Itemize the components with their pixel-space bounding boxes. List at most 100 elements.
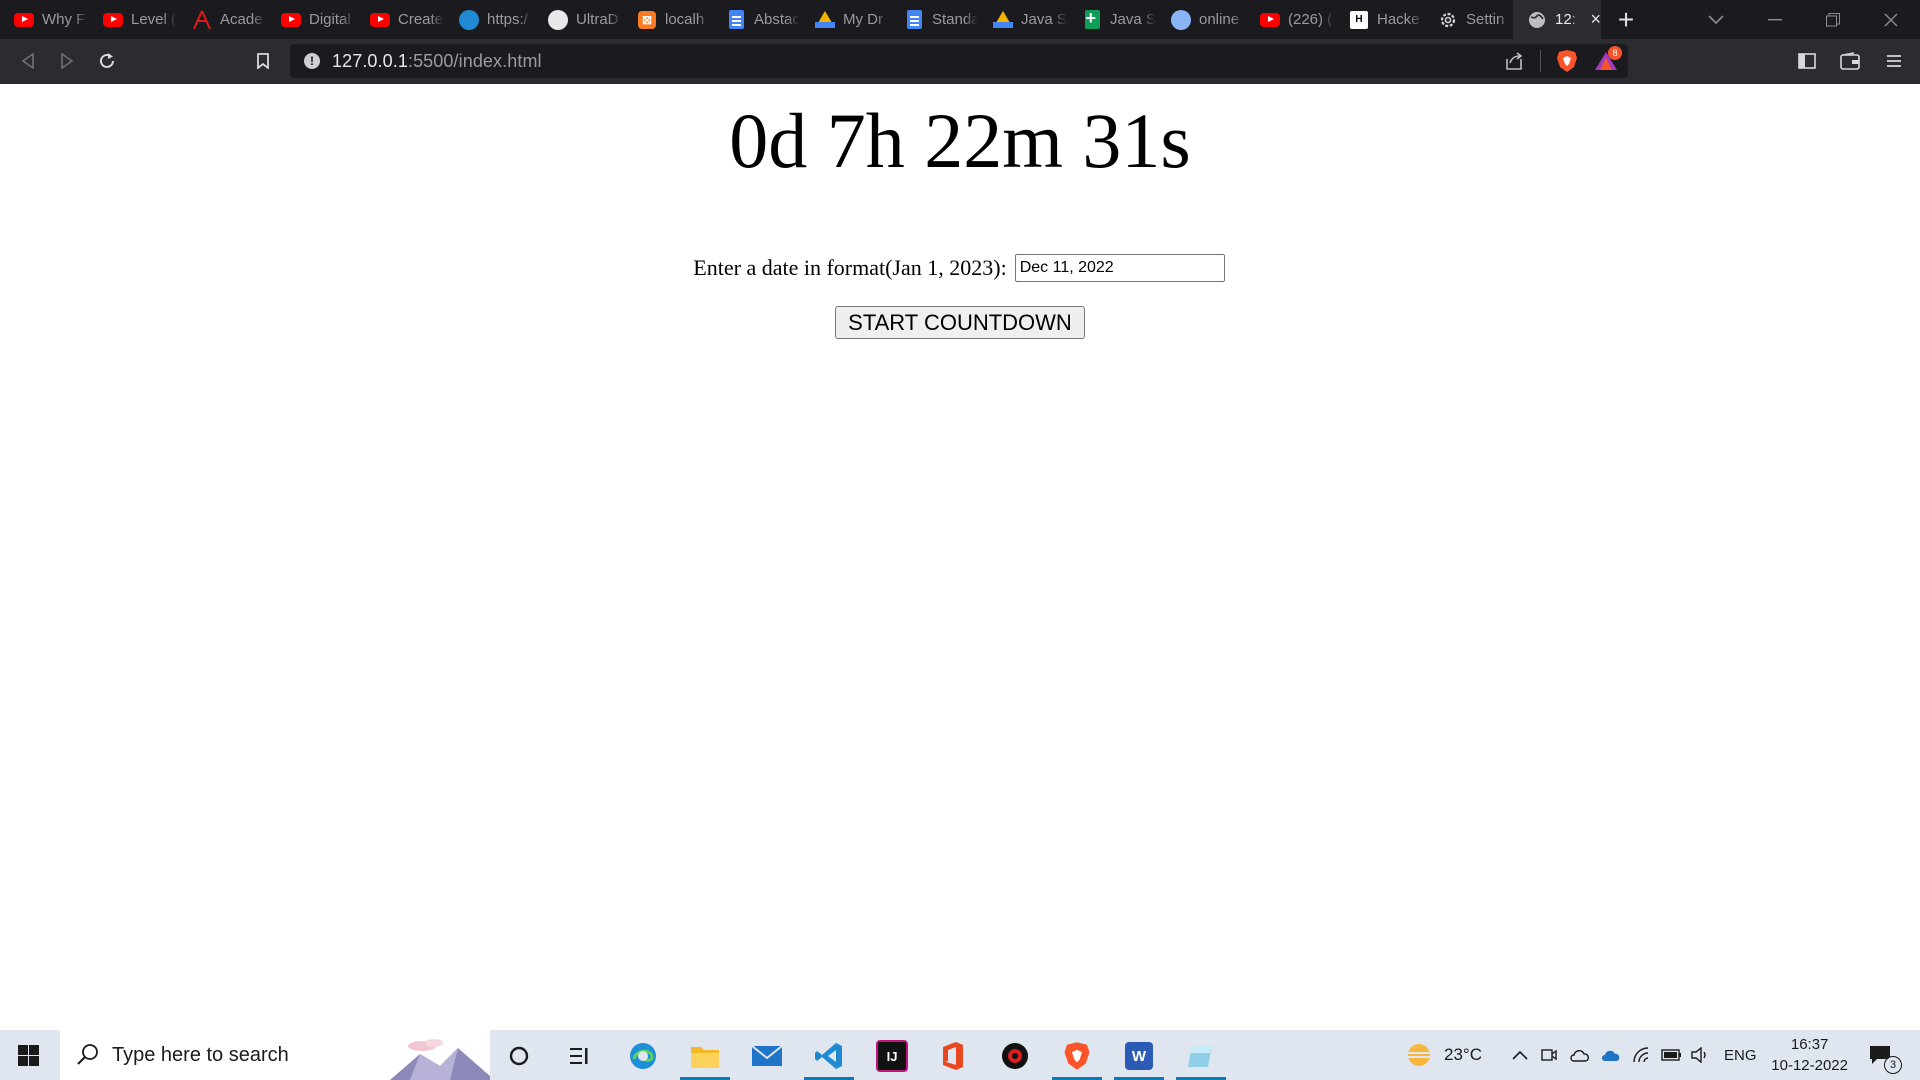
tab-title: My Dr — [843, 11, 883, 28]
bookmark-icon[interactable] — [248, 46, 278, 76]
brave-browser-icon[interactable] — [1052, 1039, 1102, 1080]
start-countdown-button[interactable]: START COUNTDOWN — [835, 306, 1085, 339]
google-sheets-icon — [1082, 8, 1102, 30]
office-icon[interactable] — [936, 1039, 970, 1073]
url-host: 127.0.0.1 — [332, 50, 408, 71]
battery-icon[interactable] — [1661, 1030, 1683, 1080]
brave-shields-icon[interactable] — [1556, 49, 1578, 78]
info-icon — [1171, 9, 1191, 30]
browser-tab[interactable]: Settin — [1424, 0, 1513, 39]
tab-title: Hacke — [1377, 11, 1420, 28]
browser-tab[interactable]: H Hacke — [1335, 0, 1424, 39]
tab-title: https:/ — [487, 11, 528, 28]
gear-icon — [1438, 10, 1458, 30]
taskbar-search-box[interactable]: Type here to search — [60, 1030, 490, 1080]
taskbar-clock[interactable]: 16:37 10-12-2022 — [1771, 1034, 1848, 1076]
onedrive-icon[interactable] — [1600, 1030, 1622, 1080]
new-tab-button[interactable]: + — [1601, 0, 1651, 39]
snipping-tool-icon[interactable] — [1176, 1039, 1226, 1080]
search-placeholder: Type here to search — [112, 1043, 289, 1066]
browser-tab[interactable]: Java S — [1068, 0, 1157, 39]
browser-tab[interactable]: Acade — [178, 0, 267, 39]
google-drive-icon — [993, 10, 1013, 30]
tab-title: Why Fi — [42, 11, 88, 28]
temperature: 23°C — [1444, 1045, 1482, 1064]
browser-tab[interactable]: Java S — [979, 0, 1068, 39]
address-bar[interactable]: ! 127.0.0.1:5500/index.html 8 — [290, 44, 1628, 78]
close-tab-icon[interactable]: × — [1590, 9, 1601, 30]
intellij-icon[interactable]: IJ — [875, 1039, 909, 1073]
url-path: :5500/index.html — [407, 50, 542, 71]
word-icon[interactable]: W — [1114, 1039, 1164, 1080]
browser-tab[interactable]: (226) ( — [1246, 0, 1335, 39]
back-button[interactable] — [13, 46, 43, 76]
youtube-icon — [14, 10, 34, 30]
brave-rewards-icon[interactable]: 8 — [1594, 46, 1622, 77]
date-input[interactable] — [1014, 254, 1225, 282]
tab-search-chevron-icon[interactable] — [1708, 0, 1724, 39]
tab-title: UltraD — [576, 11, 619, 28]
youtube-icon — [370, 10, 390, 30]
search-icon — [77, 1044, 98, 1065]
browser-tab[interactable]: UltraD — [534, 0, 623, 39]
tab-title: Level ( — [131, 11, 177, 28]
tab-title: Abstac — [754, 11, 800, 28]
search-highlight-illustration — [390, 1039, 490, 1080]
close-window-button[interactable] — [1884, 0, 1898, 39]
page-content: 0d 7h 22m 31s Enter a date in format(Jan… — [0, 84, 1920, 1030]
browser-tab[interactable]: https:/ — [445, 0, 534, 39]
active-browser-tab[interactable]: 12: × — [1513, 0, 1601, 39]
wifi-icon[interactable] — [1633, 1030, 1651, 1080]
forward-button[interactable] — [52, 46, 82, 76]
date-label: Enter a date in format(Jan 1, 2023): — [693, 255, 1007, 280]
sidebar-icon[interactable] — [1792, 46, 1822, 76]
task-view-icon[interactable] — [563, 1039, 597, 1073]
show-hidden-icons-icon[interactable] — [1512, 1030, 1528, 1080]
restore-button[interactable] — [1826, 0, 1840, 39]
browser-tab[interactable]: Abstac — [712, 0, 801, 39]
hackerrank-icon: H — [1349, 10, 1369, 30]
tab-title: Settin — [1466, 11, 1505, 28]
browser-tab[interactable]: Why Fi — [0, 0, 89, 39]
minimize-button[interactable] — [1768, 0, 1782, 39]
browser-tab[interactable]: Standa — [890, 0, 979, 39]
browser-tab[interactable]: Level ( — [89, 0, 178, 39]
browser-tab[interactable]: online — [1157, 0, 1246, 39]
volume-icon[interactable] — [1690, 1030, 1710, 1080]
tab-title: Create — [398, 11, 444, 28]
language-indicator[interactable]: ENG — [1724, 1030, 1757, 1080]
tab-title: (226) ( — [1288, 11, 1333, 28]
browser-tab[interactable]: My Dr — [801, 0, 890, 39]
notification-center-icon[interactable]: 3 — [1868, 1030, 1902, 1080]
google-drive-icon — [815, 10, 835, 30]
reload-button[interactable] — [92, 46, 122, 76]
windows-start-icon[interactable] — [18, 1045, 39, 1066]
mail-icon[interactable] — [750, 1039, 784, 1073]
browser-tab[interactable]: Digital — [267, 0, 356, 39]
browser-tab-strip: Why Fi Level ( Acade Digital Create https:/ Ul… — [0, 0, 1920, 39]
file-explorer-icon[interactable] — [680, 1039, 730, 1080]
vscode-icon[interactable] — [804, 1039, 854, 1080]
site-info-icon[interactable]: ! — [304, 53, 320, 69]
cortana-icon[interactable] — [502, 1039, 536, 1073]
tab-title: localh — [665, 11, 705, 28]
angular-icon — [192, 10, 212, 30]
menu-icon[interactable] — [1879, 46, 1909, 76]
browser-tab[interactable]: Create — [356, 0, 445, 39]
tab-title: Acade — [220, 11, 263, 28]
notification-count: 3 — [1884, 1056, 1902, 1074]
edge-icon[interactable] — [626, 1039, 660, 1073]
wallet-icon[interactable] — [1835, 46, 1865, 76]
browser-tab[interactable]: ⊠ localh — [623, 0, 712, 39]
clock-time: 16:37 — [1790, 1036, 1829, 1053]
davinci-app-icon[interactable] — [998, 1039, 1032, 1073]
google-docs-icon — [726, 10, 746, 30]
url-text: 127.0.0.1:5500/index.html — [332, 51, 542, 72]
meet-now-icon[interactable] — [1540, 1030, 1558, 1080]
onedrive-sync-icon[interactable] — [1569, 1030, 1591, 1080]
tab-title: Digital — [309, 11, 351, 28]
share-icon[interactable] — [1504, 51, 1524, 76]
browser-toolbar: ! 127.0.0.1:5500/index.html 8 — [0, 39, 1920, 84]
youtube-icon — [1260, 10, 1280, 30]
weather-widget[interactable]: 23°C — [1404, 1030, 1482, 1080]
